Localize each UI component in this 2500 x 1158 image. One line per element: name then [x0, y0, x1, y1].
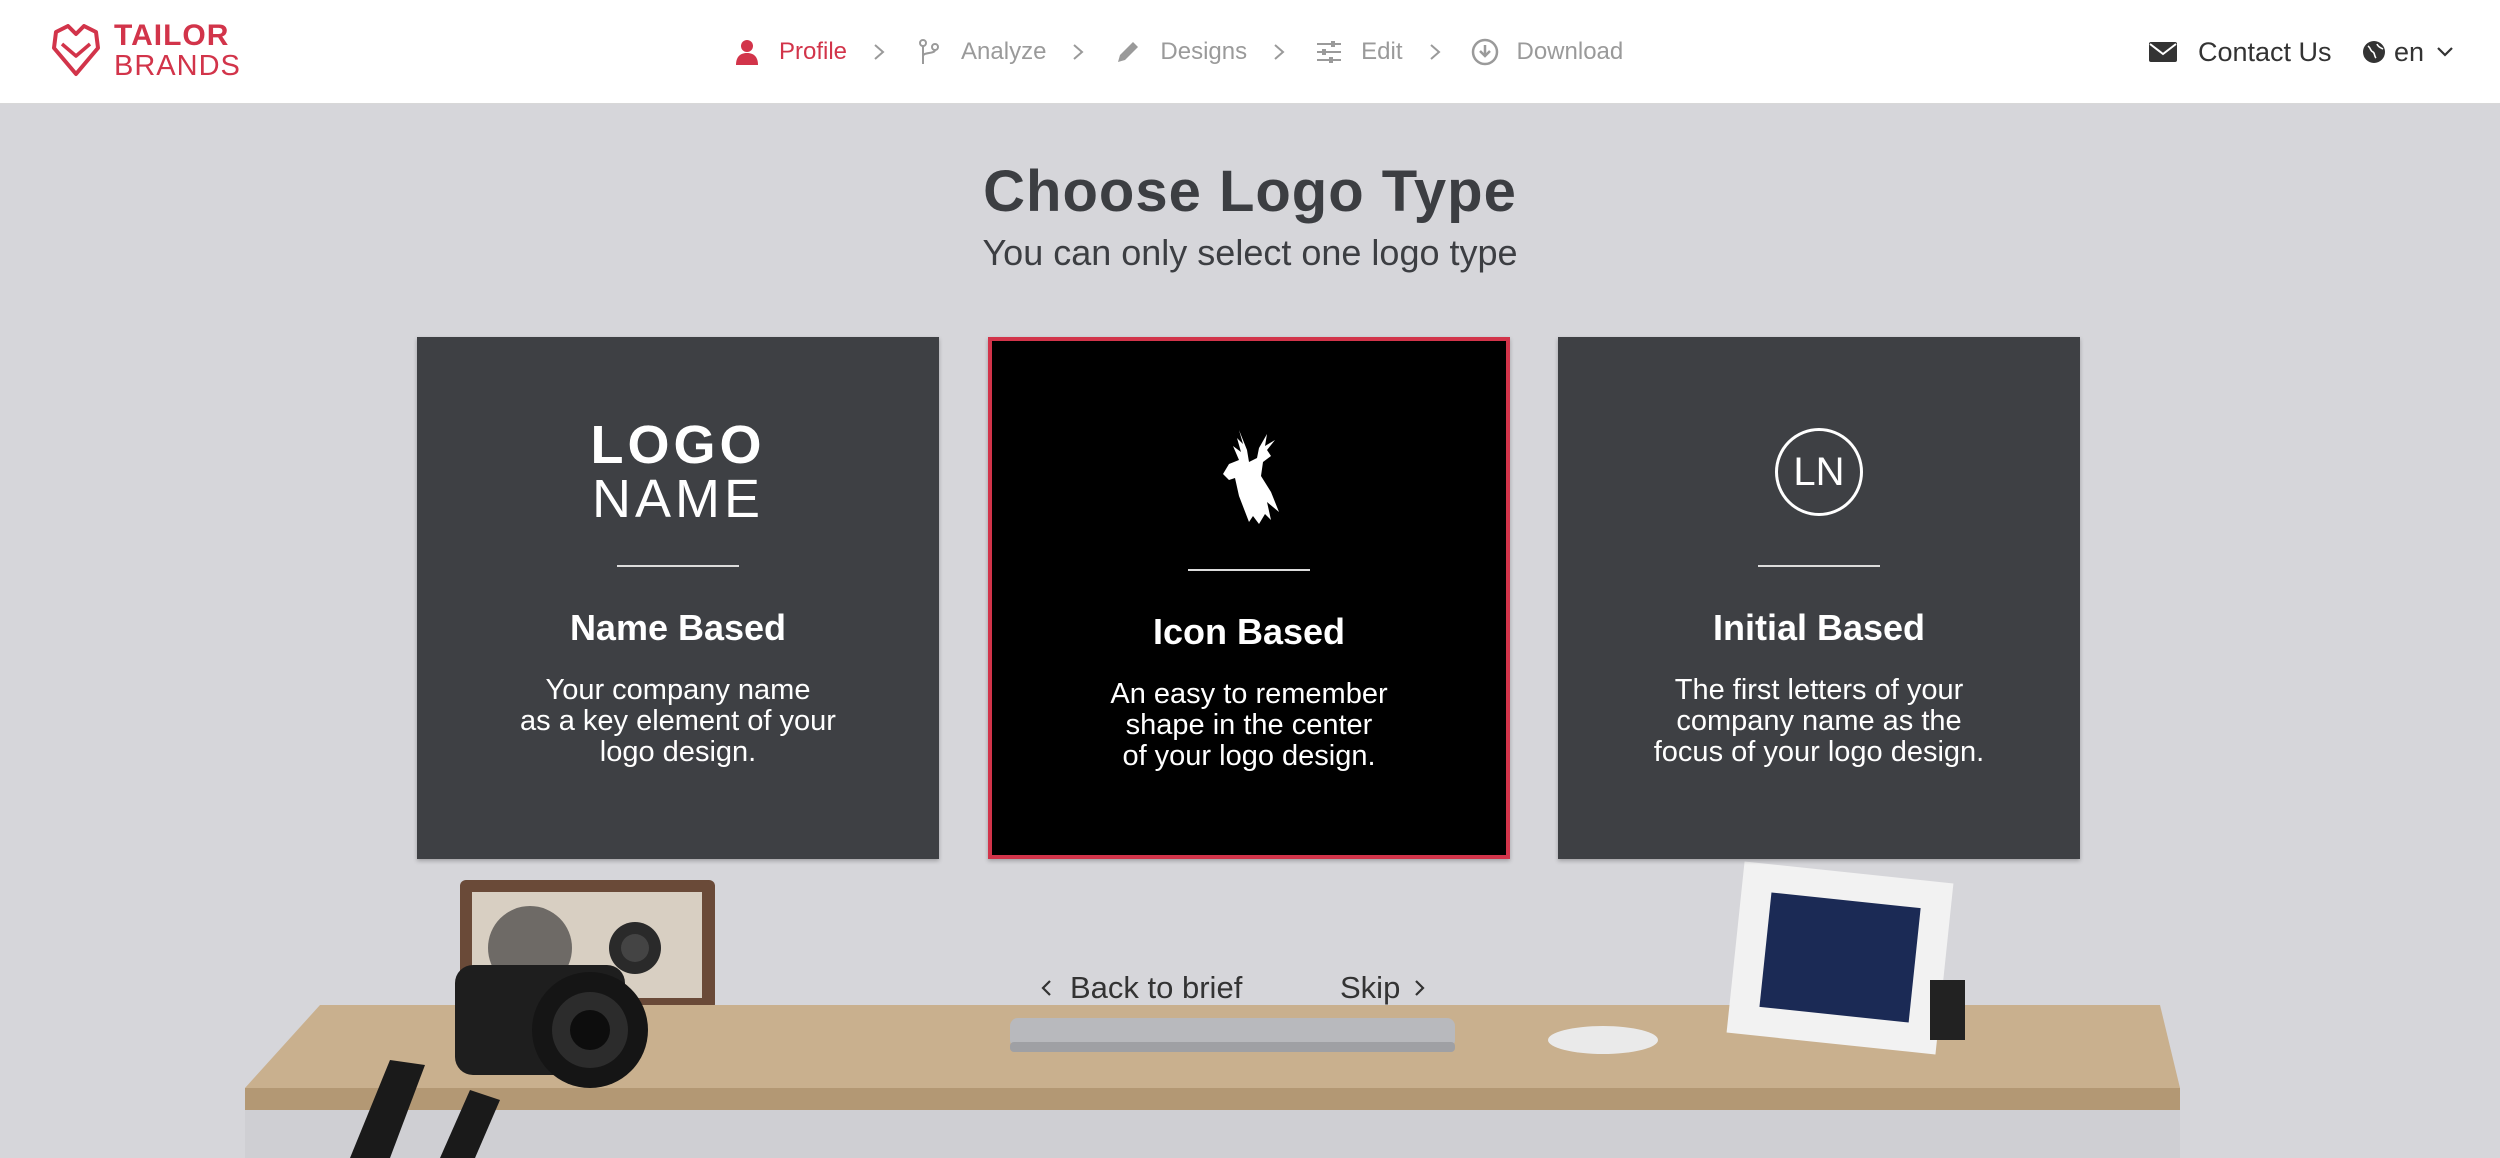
step-label: Download	[1516, 38, 1624, 65]
chevron-right-icon	[1421, 38, 1449, 66]
back-label: Back to brief	[1070, 970, 1243, 1005]
chevron-right-icon	[865, 38, 893, 66]
step-label: Designs	[1160, 38, 1248, 65]
card-visual	[992, 421, 1506, 531]
card-divider	[1188, 569, 1310, 571]
logo-name-sample: LOGO NAME	[591, 418, 766, 526]
page-subtitle: You can only select one logo type	[982, 232, 1518, 273]
branch-icon	[919, 39, 940, 64]
card-description: An easy to remember shape in the center …	[1110, 678, 1388, 772]
brand-line2: BRANDS	[114, 50, 241, 82]
card-divider	[617, 565, 739, 567]
step-label: Edit	[1361, 38, 1403, 65]
desk-scene-illustration	[245, 861, 2180, 1158]
chevron-down-icon	[2437, 47, 2453, 57]
download-icon	[1471, 38, 1498, 66]
desk-front	[245, 1088, 2180, 1110]
skip-label: Skip	[1340, 970, 1401, 1005]
back-to-brief-button[interactable]: Back to brief	[1040, 968, 1242, 1008]
contact-us-link[interactable]: Contact Us	[2148, 30, 2332, 74]
logo-type-card-initial-based[interactable]: LN Initial Based The first letters of yo…	[1558, 337, 2080, 859]
card-title: Name Based	[569, 607, 787, 648]
chevron-right-icon	[1265, 38, 1293, 66]
chevron-right-icon	[1064, 38, 1092, 66]
page-title: Choose Logo Type	[983, 159, 1517, 224]
card-title: Icon Based	[1152, 611, 1346, 652]
skip-button[interactable]: Skip	[1340, 968, 1426, 1008]
card-visual: LOGO NAME	[417, 417, 939, 527]
chevron-left-icon	[1041, 980, 1051, 996]
card-description: Your company name as a key element of yo…	[520, 674, 836, 768]
logo-sample-line1: LOGO	[590, 415, 766, 475]
logo-sample-line2: NAME	[591, 469, 764, 529]
globe-icon	[2363, 41, 2385, 63]
step-label: Analyze	[961, 38, 1047, 65]
brand-line1: TAILOR	[114, 19, 230, 52]
initials-monogram: LN	[1775, 428, 1863, 516]
user-icon	[736, 40, 758, 65]
card-title: Initial Based	[1712, 607, 1926, 648]
laptop-icon	[1010, 1018, 1455, 1052]
step-analyze[interactable]: Analyze	[915, 38, 1046, 66]
step-edit[interactable]: Edit	[1315, 38, 1403, 66]
envelope-icon	[2149, 42, 2177, 62]
card-divider	[1758, 565, 1880, 567]
mouse-icon	[1548, 1026, 1658, 1054]
pencil-icon	[1118, 42, 1139, 62]
photo-frame-icon	[1726, 861, 1965, 1055]
brand-wordmark: TAILOR BRANDS	[114, 21, 241, 81]
brand-logo[interactable]: TAILOR BRANDS	[50, 21, 241, 81]
card-description: The first letters of your company name a…	[1653, 674, 1985, 768]
top-header: TAILOR BRANDS Profile Analyze Designs Ed…	[0, 0, 2500, 104]
card-visual: LN	[1558, 417, 2080, 527]
step-label: Profile	[779, 38, 848, 65]
contact-label: Contact Us	[2198, 36, 2332, 67]
sliders-icon	[1317, 41, 1342, 63]
step-download[interactable]: Download	[1471, 38, 1624, 66]
step-profile[interactable]: Profile	[733, 38, 847, 66]
step-designs[interactable]: Designs	[1114, 38, 1247, 66]
language-selector[interactable]: en	[2362, 30, 2454, 74]
language-code: en	[2394, 36, 2425, 67]
progress-steps: Profile Analyze Designs Edit Download	[733, 28, 1623, 76]
deer-head-icon	[1223, 430, 1279, 524]
chevron-right-icon	[1415, 980, 1425, 996]
tailor-brands-logo-icon	[52, 24, 100, 76]
logo-type-card-icon-based[interactable]: Icon Based An easy to remember shape in …	[988, 337, 1510, 859]
logo-type-card-name-based[interactable]: LOGO NAME Name Based Your company name a…	[417, 337, 939, 859]
